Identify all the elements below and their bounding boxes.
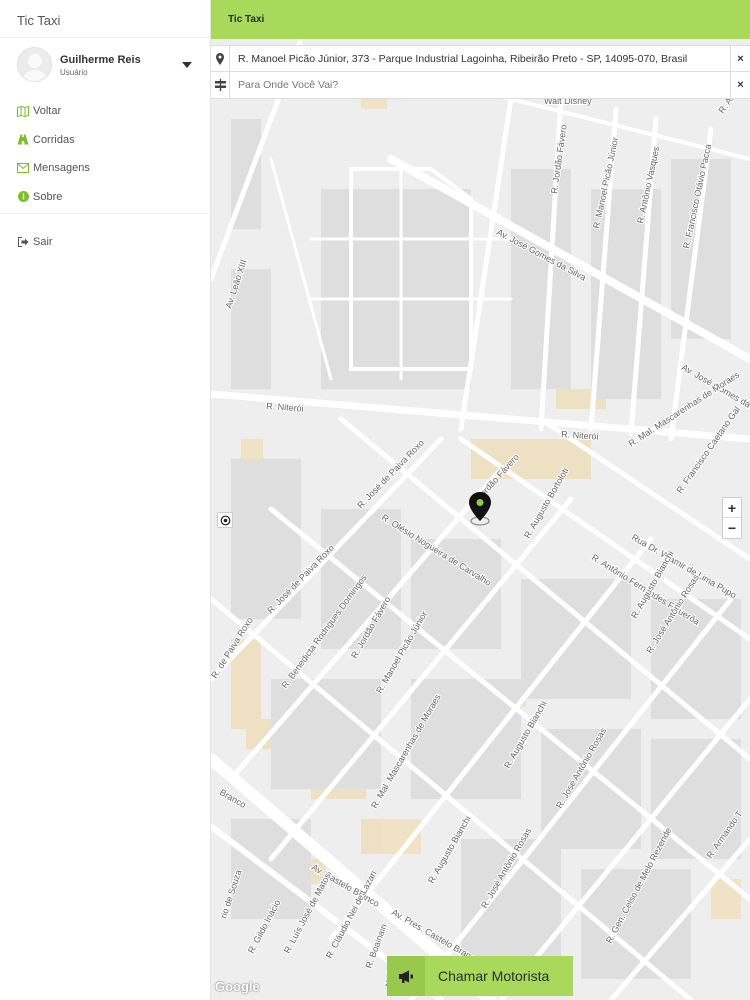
google-attribution: Google [215, 979, 260, 994]
sidebar-item-corridas[interactable]: Corridas [17, 126, 203, 155]
map-pin-icon [211, 46, 230, 72]
call-driver-label: Chamar Motorista [438, 968, 550, 984]
sidebar-item-sobre[interactable]: Sobre [17, 183, 203, 212]
zoom-control: + − [722, 497, 742, 539]
sign-out-icon [17, 236, 29, 248]
user-role: Usuário [60, 68, 88, 77]
sidebar-menu: Voltar Corridas Mensagens Sobre [17, 97, 203, 211]
avatar [17, 47, 52, 82]
zoom-in-button[interactable]: + [723, 498, 741, 518]
sidebar-brand: Tic Taxi [17, 13, 61, 28]
road-icon [17, 134, 29, 146]
zoom-out-button[interactable]: − [723, 518, 741, 538]
origin-input[interactable] [232, 49, 726, 69]
app-header: Tic Taxi [211, 0, 750, 39]
chevron-down-icon[interactable] [182, 62, 192, 68]
divider [0, 37, 211, 38]
sidebar-item-label: Sobre [33, 190, 63, 203]
info-icon [17, 191, 29, 203]
origin-row: × [211, 45, 750, 72]
street-label: R. Francisco Caetano Gal [674, 405, 742, 496]
app-root: Tic Taxi Guilherme Reis Usuário Voltar C… [0, 0, 750, 1000]
clear-destination-button[interactable]: × [730, 72, 750, 98]
sidebar: Tic Taxi Guilherme Reis Usuário Voltar C… [0, 0, 211, 1000]
bullhorn-icon [387, 956, 425, 996]
street-label: R. Niterói [266, 401, 304, 414]
sidebar-item-mensagens[interactable]: Mensagens [17, 154, 203, 183]
map-icon [17, 105, 29, 117]
sidebar-item-label: Voltar [33, 105, 62, 118]
envelope-icon [17, 162, 29, 174]
signpost-icon [211, 72, 230, 98]
call-driver-button[interactable]: Chamar Motorista [387, 956, 573, 996]
sidebar-item-voltar[interactable]: Voltar [17, 97, 203, 126]
sidebar-item-label: Sair [33, 236, 53, 248]
crosshair-icon [220, 515, 230, 525]
street-label: R. José de Paiva Roxo [355, 438, 426, 511]
map-view[interactable]: Walt Disney R. Jordão Fávero R. Manoel Pic… [211, 39, 750, 1000]
user-profile: Guilherme Reis Usuário [17, 47, 203, 83]
divider [0, 213, 211, 214]
locate-me-button[interactable] [217, 512, 233, 528]
sidebar-item-label: Mensagens [33, 162, 90, 175]
destination-row: × [211, 72, 750, 99]
page-title: Tic Taxi [228, 14, 265, 25]
sidebar-item-label: Corridas [33, 133, 75, 146]
sidebar-item-sair[interactable]: Sair [17, 236, 53, 248]
destination-input[interactable] [232, 75, 726, 95]
clear-origin-button[interactable]: × [730, 46, 750, 72]
user-name: Guilherme Reis [60, 54, 141, 66]
map-pin-marker [468, 492, 492, 526]
